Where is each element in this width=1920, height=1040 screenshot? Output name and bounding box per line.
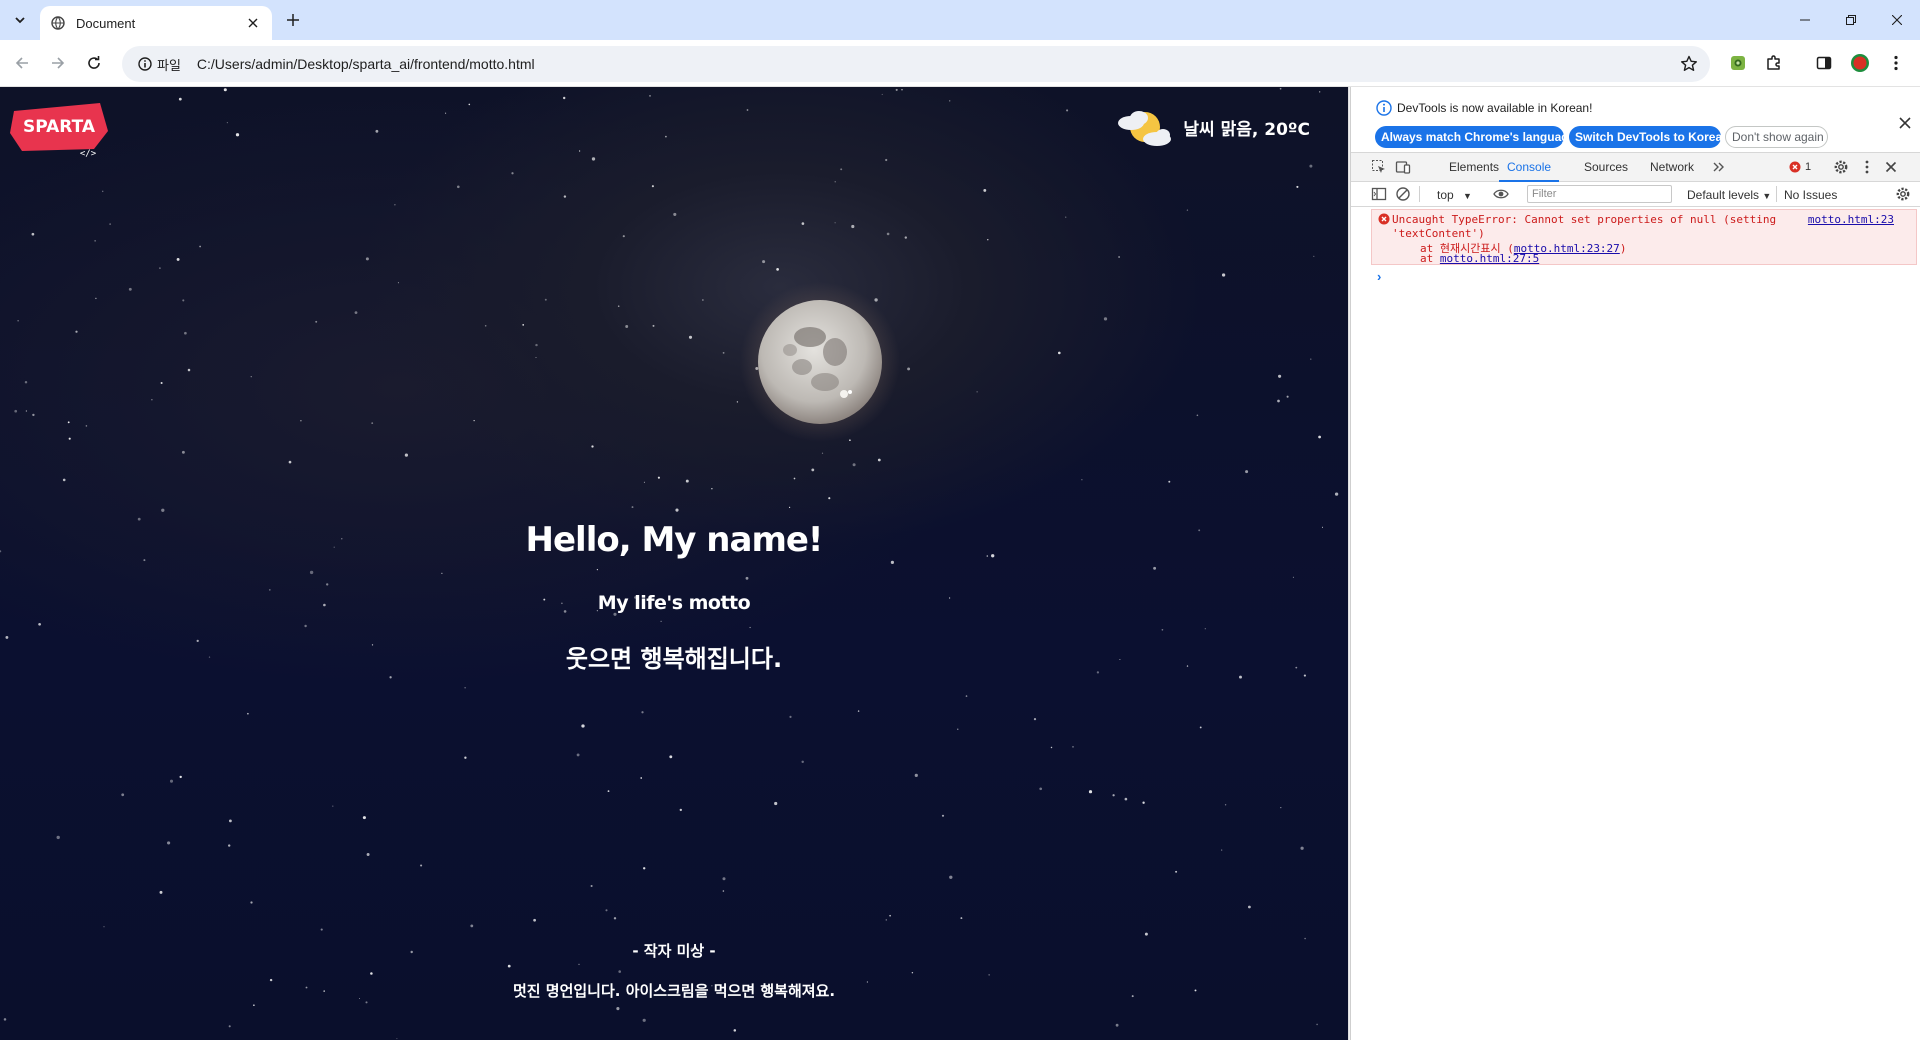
sparta-logo[interactable]: SPARTA </> (8, 101, 112, 162)
switch-korean-button[interactable]: Switch DevTools to Korean (1569, 126, 1729, 148)
tab-console[interactable]: Console (1499, 153, 1560, 182)
address-bar[interactable]: 파일 C:/Users/admin/Desktop/sparta_ai/fron… (122, 46, 1710, 82)
url-text[interactable]: C:/Users/admin/Desktop/sparta_ai/fronten… (197, 56, 535, 72)
context-selector[interactable]: top ▼ (1437, 188, 1472, 202)
stack-link-2[interactable]: motto.html:27:5 (1440, 252, 1539, 265)
extensions-puzzle-icon[interactable] (1762, 51, 1786, 75)
stack-line-2: at motto.html:27:5 (1420, 252, 1540, 265)
error-source-link[interactable]: motto.html:23 (1808, 213, 1894, 226)
log-levels-dropdown[interactable]: Default levels ▼ (1687, 188, 1771, 202)
svg-text:</>: </> (80, 149, 97, 159)
error-icon (1789, 161, 1801, 173)
error-count-badge[interactable]: 1 (1789, 161, 1811, 173)
close-tab-icon[interactable] (244, 14, 262, 32)
new-tab-button[interactable] (282, 9, 304, 31)
toolbar-divider (1419, 186, 1420, 202)
devtools-menu-icon[interactable] (1859, 159, 1875, 175)
error-icon (1378, 213, 1390, 225)
devtools-panel: DevTools is now available in Korean! Alw… (1350, 87, 1920, 1040)
console-prompt[interactable]: › (1377, 269, 1381, 284)
console-error-message: Uncaught TypeError: Cannot set propertie… (1371, 209, 1917, 265)
moon-image (740, 282, 900, 442)
arrow-right-icon (52, 57, 65, 69)
site-info-label: 파일 (157, 58, 181, 74)
clear-console-icon[interactable] (1395, 186, 1411, 202)
minimize-icon (1800, 19, 1810, 21)
logo-wordmark: SPARTA (23, 117, 96, 137)
caret-down-icon: ▼ (1762, 191, 1772, 201)
side-panel-icon[interactable] (1812, 51, 1836, 75)
tab-network[interactable]: Network (1642, 153, 1702, 182)
caret-down-icon: ▼ (1463, 191, 1472, 201)
close-icon (1892, 15, 1902, 25)
bookmark-star-icon[interactable] (1680, 55, 1698, 73)
restore-button[interactable] (1828, 0, 1874, 40)
tab-elements[interactable]: Elements (1441, 153, 1507, 182)
page-title: Hello, My name! (525, 520, 824, 560)
language-banner: DevTools is now available in Korean! Alw… (1351, 87, 1920, 153)
browser-menu-icon[interactable] (1884, 51, 1908, 75)
device-toolbar-icon[interactable] (1395, 159, 1411, 175)
close-banner-icon[interactable] (1897, 115, 1913, 131)
tab-strip: Document (0, 0, 1920, 40)
devtools-tabbar: Elements Console Sources Network 1 (1351, 153, 1920, 182)
arrow-left-icon (15, 57, 28, 69)
sidebar-toggle-icon[interactable] (1371, 186, 1387, 202)
chevron-down-icon (15, 17, 25, 24)
profile-avatar[interactable] (1848, 51, 1872, 75)
match-language-button[interactable]: Always match Chrome's language (1375, 126, 1575, 148)
reload-icon (88, 56, 100, 69)
starfield-background (0, 87, 1339, 1040)
back-button[interactable] (10, 51, 34, 75)
page-viewport: SPARTA </> 날씨 맑음, 20ºC Hello, My name! M… (0, 87, 1348, 1040)
context-label: top (1437, 188, 1454, 202)
info-icon (1376, 100, 1392, 116)
toolbar-divider (1776, 186, 1777, 202)
weather-text: 날씨 맑음, 20ºC (1183, 119, 1310, 140)
settings-gear-icon[interactable] (1833, 159, 1849, 175)
partly-cloudy-icon (1118, 111, 1172, 146)
plus-icon (287, 14, 299, 26)
eye-icon[interactable] (1493, 186, 1509, 202)
tab-search-button[interactable] (8, 8, 32, 32)
console-filter-input[interactable]: Filter (1527, 185, 1672, 203)
browser-toolbar: 파일 C:/Users/admin/Desktop/sparta_ai/fron… (0, 40, 1920, 87)
author-text: - 작자 미상 - (632, 942, 716, 960)
error-line-1: Uncaught TypeError: Cannot set propertie… (1392, 213, 1777, 226)
weather-widget: 날씨 맑음, 20ºC (1115, 105, 1310, 149)
globe-icon (50, 15, 66, 31)
motto-text: 웃으면 행복해집니다. (565, 645, 783, 673)
forward-button[interactable] (46, 51, 70, 75)
levels-label: Default levels (1687, 188, 1760, 202)
info-icon (138, 57, 152, 71)
extension-green-icon[interactable] (1726, 51, 1750, 75)
close-window-button[interactable] (1874, 0, 1920, 40)
close-devtools-icon[interactable] (1883, 159, 1899, 175)
dont-show-again-button[interactable]: Don't show again (1725, 126, 1828, 148)
minimize-button[interactable] (1782, 0, 1828, 40)
tab-sources[interactable]: Sources (1576, 153, 1636, 182)
banner-message: DevTools is now available in Korean! (1397, 101, 1593, 115)
page-subtitle: My life's motto (597, 592, 751, 614)
console-toolbar: top ▼ Filter Default levels ▼ No Issues (1351, 182, 1920, 207)
reload-button[interactable] (82, 51, 106, 75)
tab-title: Document (76, 15, 136, 31)
browser-tab[interactable]: Document (40, 6, 272, 40)
quote-text: 멋진 명언입니다. 아이스크림을 먹으면 행복해져요. (512, 982, 836, 1000)
inspect-element-icon[interactable] (1371, 159, 1387, 175)
restore-icon (1846, 15, 1856, 25)
console-settings-gear-icon[interactable] (1895, 186, 1911, 202)
site-info-button[interactable]: 파일 (130, 51, 189, 77)
issues-counter[interactable]: No Issues (1784, 188, 1837, 202)
more-tabs-icon[interactable] (1711, 159, 1727, 175)
error-count: 1 (1805, 161, 1812, 173)
error-line-2: 'textContent') (1392, 227, 1485, 240)
